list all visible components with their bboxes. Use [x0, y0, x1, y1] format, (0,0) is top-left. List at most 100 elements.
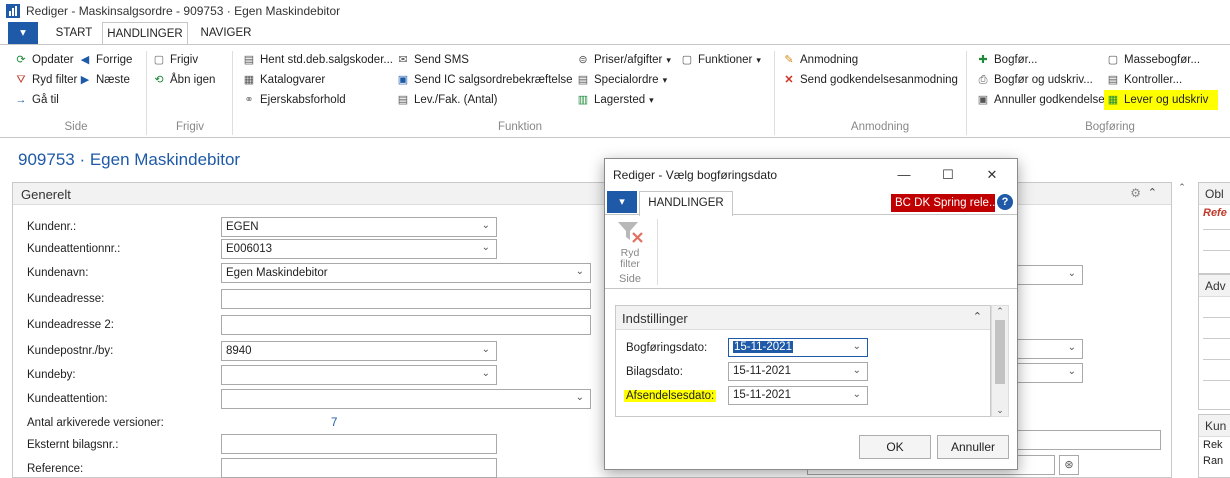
customer-attention-field[interactable]: ⌄ [221, 389, 591, 409]
chevron-down-icon[interactable]: ⌄ [1068, 341, 1076, 355]
customer-postcode-field[interactable]: 8940 ⌄ [221, 341, 497, 361]
chevron-down-icon[interactable]: ⌄ [482, 343, 490, 357]
minimize-button[interactable]: — [889, 165, 919, 185]
dialog-footer: OK Annuller [605, 421, 1017, 469]
factbox-1-header[interactable]: Obl [1199, 183, 1230, 205]
customer-address-field[interactable] [221, 289, 591, 309]
ownership-icon: ⚭ [244, 94, 254, 106]
chevron-down-icon[interactable]: ⌄ [1068, 267, 1076, 281]
check-document-icon: ▤ [1107, 74, 1119, 86]
ribbon-separator [966, 51, 967, 135]
lookup-icon[interactable]: ⊛ [1059, 455, 1079, 475]
factbox-2-header[interactable]: Adv [1199, 275, 1230, 297]
group-label-side: Side [64, 121, 88, 133]
shipment-date-input[interactable]: 15-11-2021 ⌄ [728, 386, 868, 405]
batch-post-button[interactable]: ▢ Massebogfør... [1106, 51, 1200, 69]
special-order-button[interactable]: ▤ Specialordre ▾ [576, 71, 667, 89]
maximize-button[interactable]: ☐ [933, 165, 963, 185]
chevron-up-icon[interactable]: ⌃ [973, 310, 982, 323]
chevron-down-icon[interactable]: ⌄ [992, 405, 1008, 416]
location-button[interactable]: ▥ Lagersted ▾ [576, 91, 654, 109]
tab-handlinger[interactable]: HANDLINGER [102, 22, 188, 45]
request-button[interactable]: ✎ Anmodning [782, 51, 858, 69]
chevron-down-icon[interactable]: ⌄ [482, 367, 490, 381]
right-dropdown-1[interactable]: ⌄ [1013, 265, 1083, 285]
customer-no-field[interactable]: EGEN ⌄ [221, 217, 497, 237]
ribbon-separator [657, 219, 658, 285]
release-button[interactable]: ▢ Frigiv [152, 51, 198, 69]
chevron-down-icon: ▾ [666, 54, 671, 65]
chevron-up-icon[interactable]: ⌃ [1176, 182, 1188, 193]
page-scrollbar[interactable]: ⌃ [1176, 182, 1188, 478]
ribbon-separator [146, 51, 147, 135]
customer-address-2-field[interactable] [221, 315, 591, 335]
reference-field[interactable] [221, 458, 497, 478]
ic-document-icon: ▣ [397, 74, 409, 86]
clear-filter-button[interactable]: ⛛ Ryd filter [14, 71, 77, 89]
functions-button[interactable]: ▢ Funktioner ▾ [680, 51, 761, 69]
help-icon[interactable]: ? [997, 194, 1013, 210]
archived-versions-link[interactable]: 7 [331, 417, 337, 429]
options-header[interactable]: Indstillinger ⌃ [616, 306, 990, 330]
chevron-down-icon[interactable]: ⌄ [482, 219, 490, 233]
chevron-down-icon[interactable]: ⌄ [853, 388, 861, 401]
send-approval-request-button[interactable]: ✕ Send godkendelsesanmodning [782, 71, 958, 89]
tab-start[interactable]: START [46, 22, 102, 44]
chevron-down-icon[interactable]: ⌄ [1068, 365, 1076, 379]
chevron-down-icon[interactable]: ⌄ [482, 241, 490, 255]
next-button[interactable]: ▶ Næste [78, 71, 130, 89]
get-std-sales-codes-button[interactable]: ▤ Hent std.deb.salgskoder... [242, 51, 393, 69]
dialog-tab-handlinger[interactable]: HANDLINGER [639, 191, 733, 216]
post-and-print-button[interactable]: ⎙ Bogfør og udskriv... [976, 71, 1093, 89]
posting-date-input[interactable]: 15-11-2021 ⌄ [728, 338, 868, 357]
check-button[interactable]: ▤ Kontroller... [1106, 71, 1182, 89]
factbox-2: Adv [1198, 274, 1230, 410]
group-label-frigiv: Frigiv [175, 121, 205, 133]
right-dropdown-2[interactable]: ⌄ [1013, 339, 1083, 359]
page-title: 909753 · Egen Maskindebitor [18, 150, 241, 169]
dialog-title: Rediger - Vælg bogføringsdato [613, 168, 778, 182]
ok-button[interactable]: OK [859, 435, 931, 459]
external-doc-no-field[interactable] [221, 434, 497, 454]
send-ic-confirmation-button[interactable]: ▣ Send IC salgsordrebekræftelse [396, 71, 573, 89]
previous-button[interactable]: ◀ Forrige [78, 51, 133, 69]
factbox-3-header[interactable]: Kun [1199, 415, 1230, 437]
dialog-file-menu-button[interactable]: ▾ [607, 191, 637, 213]
chevron-down-icon[interactable]: ⌄ [576, 265, 584, 279]
goto-button[interactable]: → Gå til [14, 91, 59, 109]
close-button[interactable]: ✕ [977, 165, 1007, 185]
settings-icon[interactable]: ⚙ [1130, 186, 1141, 200]
field-label-customer-attention: Kundeattention: [27, 393, 108, 405]
chevron-down-icon[interactable]: ⌄ [853, 364, 861, 377]
posting-date-dialog: Rediger - Vælg bogføringsdato — ☐ ✕ ▾ HA… [604, 158, 1018, 470]
scrollbar-thumb[interactable] [995, 320, 1005, 384]
catalog-items-button[interactable]: ▦ Katalogvarer [242, 71, 325, 89]
ship-invoice-qty-button[interactable]: ▤ Lev./Fak. (Antal) [396, 91, 498, 109]
customer-name-field[interactable]: Egen Maskindebitor ⌄ [221, 263, 591, 283]
reopen-button[interactable]: ⟲ Åbn igen [152, 71, 215, 89]
send-sms-button[interactable]: ✉ Send SMS [396, 51, 469, 69]
ownership-button[interactable]: ⚭ Ejerskabsforhold [242, 91, 345, 109]
post-icon: ✚ [978, 54, 988, 66]
cancel-approval-button[interactable]: ▣ Annuller godkendelse... [976, 91, 1114, 109]
dialog-scrollbar[interactable]: ⌃ ⌄ [991, 305, 1009, 417]
chevron-down-icon[interactable]: ⌄ [576, 391, 584, 405]
document-date-input[interactable]: 15-11-2021 ⌄ [728, 362, 868, 381]
right-text-field[interactable] [1013, 430, 1161, 450]
ship-and-print-button[interactable]: ▦ Lever og udskriv [1104, 90, 1219, 110]
group-label-bogforing: Bogføring [1085, 121, 1135, 133]
dialog-clear-filter-button[interactable]: Ryd filter [613, 219, 647, 270]
right-dropdown-3[interactable]: ⌄ [1013, 363, 1083, 383]
refresh-button[interactable]: ⟳ Opdater [14, 51, 73, 69]
cancel-button[interactable]: Annuller [937, 435, 1009, 459]
chevron-up-icon[interactable]: ⌃ [992, 306, 1008, 317]
customer-attention-no-field[interactable]: E006013 ⌄ [221, 239, 497, 259]
tab-naviger[interactable]: NAVIGER [194, 22, 258, 44]
post-button[interactable]: ✚ Bogfør... [976, 51, 1037, 69]
customer-city-field[interactable]: ⌄ [221, 365, 497, 385]
request-icon: ✎ [784, 54, 794, 66]
chevron-up-icon[interactable]: ⌃ [1148, 186, 1157, 199]
prices-charges-button[interactable]: ⊜ Priser/afgifter ▾ [576, 51, 671, 69]
file-menu-button[interactable]: ▾ [8, 22, 38, 44]
chevron-down-icon[interactable]: ⌄ [853, 340, 861, 353]
